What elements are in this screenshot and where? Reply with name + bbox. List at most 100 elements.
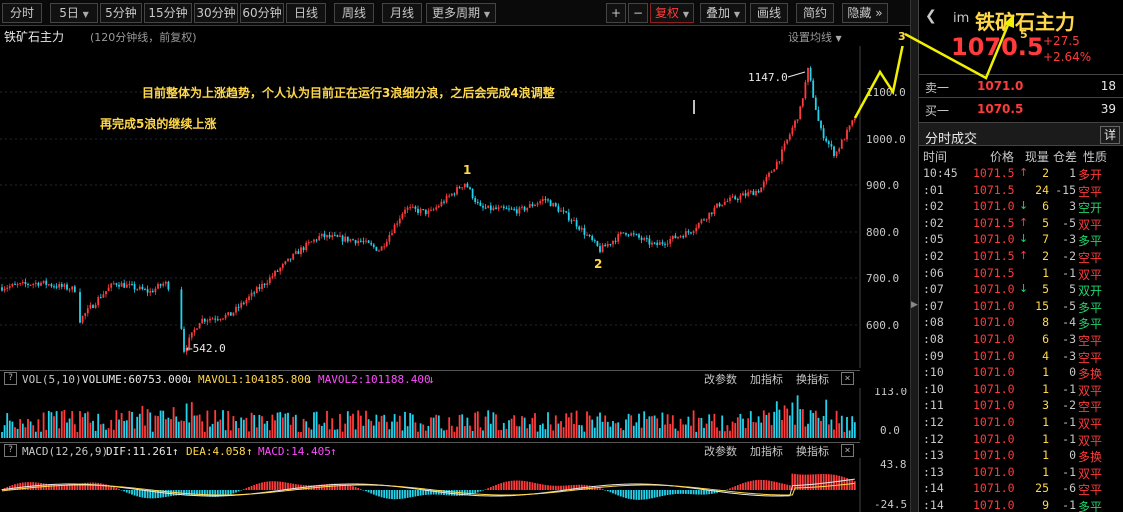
macd-bar xyxy=(840,476,843,490)
help-icon[interactable]: ? xyxy=(4,372,17,385)
zoom-out-button[interactable]: − xyxy=(628,3,648,23)
timesales-row[interactable]: :12 1071.0 1 -1 双平 xyxy=(919,431,1123,448)
timesales-row[interactable]: :02 1071.5 ↑ 5 -5 双平 xyxy=(919,215,1123,232)
detail-button[interactable]: 详 xyxy=(1100,126,1120,144)
order-book-buy1[interactable]: 买一 1070.5 39 xyxy=(919,97,1123,119)
volume-bar xyxy=(146,409,149,438)
overlay-button[interactable]: 叠加 ▼ xyxy=(700,3,746,23)
candle-body xyxy=(570,220,573,222)
candle-body xyxy=(510,208,513,210)
timesales-row[interactable]: :10 1071.0 1 0 多换 xyxy=(919,364,1123,381)
candle-body xyxy=(809,67,812,81)
timesales-row[interactable]: :09 1071.0 4 -3 空平 xyxy=(919,348,1123,365)
volume-bar xyxy=(29,421,32,438)
volume-bar xyxy=(162,410,165,438)
volume-bar xyxy=(770,425,773,438)
tab-monthly[interactable]: 月线 xyxy=(382,3,422,23)
candle-body xyxy=(640,237,643,240)
timesales-row[interactable]: :08 1071.0 6 -3 空平 xyxy=(919,331,1123,348)
timesales-row[interactable]: :07 1071.0 ↓ 5 5 双开 xyxy=(919,281,1123,298)
macd-bar xyxy=(484,489,487,490)
timesales-row[interactable]: :11 1071.0 3 -2 空平 xyxy=(919,397,1123,414)
candle-body xyxy=(378,250,380,252)
timesales-row[interactable]: :14 1071.0 25 -6 空平 xyxy=(919,480,1123,497)
candle-body xyxy=(437,206,440,208)
candle-body xyxy=(24,281,27,284)
volume-bar xyxy=(812,412,815,438)
volume-bar xyxy=(562,427,565,438)
tab-30min[interactable]: 30分钟 xyxy=(194,3,238,23)
kline-chart[interactable]: 1100.0 1000.0 900.0 800.0 700.0 600.0 目前… xyxy=(0,46,910,368)
volume-bar xyxy=(66,422,68,438)
close-icon[interactable]: × xyxy=(841,372,854,385)
timesales-row[interactable]: :12 1071.0 1 -1 双平 xyxy=(919,414,1123,431)
timesales-row[interactable]: :08 1071.0 8 -4 多平 xyxy=(919,314,1123,331)
candle-body xyxy=(339,235,341,237)
help-icon[interactable]: ? xyxy=(4,444,17,457)
volume-bar xyxy=(138,413,141,438)
timesales-row[interactable]: :13 1071.0 1 -1 双平 xyxy=(919,464,1123,481)
close-icon[interactable]: × xyxy=(841,444,854,457)
timesales-row[interactable]: :14 1071.0 9 -1 多平 xyxy=(919,497,1123,512)
hide-button[interactable]: 隐藏 » xyxy=(842,3,888,23)
macd-bar xyxy=(515,480,518,490)
vol-add-indicator-button[interactable]: 加指标 xyxy=(750,372,783,388)
candle-body xyxy=(443,201,445,203)
volume-bar xyxy=(203,431,206,438)
macd-bar xyxy=(248,486,250,490)
order-book-sell1[interactable]: 卖一 1071.0 18 xyxy=(919,74,1123,96)
tab-60min[interactable]: 60分钟 xyxy=(240,3,284,23)
timesales-row[interactable]: :02 1071.0 ↓ 6 3 空开 xyxy=(919,198,1123,215)
candle-body xyxy=(21,281,24,284)
vol-switch-indicator-button[interactable]: 换指标 xyxy=(796,372,829,388)
row-price: 1071.0 xyxy=(973,448,1015,463)
tab-timeshare[interactable]: 分时 xyxy=(2,3,42,23)
tab-daily[interactable]: 日线 xyxy=(286,3,326,23)
candle-body xyxy=(495,207,497,209)
tab-15min[interactable]: 15分钟 xyxy=(144,3,192,23)
candle-body xyxy=(1,287,3,291)
tab-more-periods[interactable]: 更多周期 ▼ xyxy=(426,3,496,23)
volume-bar xyxy=(229,430,232,438)
volume-bar xyxy=(281,417,284,438)
macd-bar xyxy=(380,490,383,498)
timesales-row[interactable]: :01 1071.5 24 -15 空平 xyxy=(919,182,1123,199)
simple-mode-button[interactable]: 简约 xyxy=(796,3,834,23)
macd-chart: 43.8 -24.5 xyxy=(1,458,907,512)
draw-line-button[interactable]: 画线 xyxy=(750,3,788,23)
volume-bar xyxy=(645,419,648,438)
candle-body xyxy=(136,289,139,291)
volume-bar xyxy=(401,430,404,438)
macd-bar xyxy=(349,485,352,490)
volume-bar xyxy=(365,410,367,438)
timesales-row[interactable]: :13 1071.0 1 0 多换 xyxy=(919,447,1123,464)
volume-bar xyxy=(86,411,89,438)
row-price: 1071.0 xyxy=(973,381,1015,396)
adjust-button[interactable]: 复权 ▼ xyxy=(650,3,694,23)
timesales-list[interactable]: 10:45 1071.5 ↑ 2 1 多开:01 1071.5 24 -15 空平:02 1071.… xyxy=(919,165,1123,512)
volume-bar xyxy=(755,422,757,438)
timesales-row[interactable]: :05 1071.0 ↓ 7 -3 多平 xyxy=(919,231,1123,248)
vol-change-params-button[interactable]: 改参数 xyxy=(704,372,737,388)
candle-body xyxy=(435,207,438,210)
candle-body xyxy=(835,151,838,156)
tab-5day[interactable]: 5日 ▼ xyxy=(50,3,98,23)
timesales-row[interactable]: :10 1071.0 1 -1 双平 xyxy=(919,381,1123,398)
chevron-left-icon[interactable]: ❮ xyxy=(925,8,937,24)
volume-bar xyxy=(450,425,453,438)
timesales-row[interactable]: 10:45 1071.5 ↑ 2 1 多开 xyxy=(919,165,1123,182)
timesales-row[interactable]: :02 1071.5 ↑ 2 -2 空平 xyxy=(919,248,1123,265)
macd-bar xyxy=(755,480,757,490)
sell1-label: 卖一 xyxy=(925,81,950,95)
row-oi-change: -1 xyxy=(1062,265,1076,280)
zoom-in-button[interactable]: + xyxy=(606,3,626,23)
volume-bar xyxy=(50,412,53,438)
tab-5min[interactable]: 5分钟 xyxy=(100,3,142,23)
panel-collapse-handle[interactable]: ▶ xyxy=(910,0,918,512)
timesales-row[interactable]: :06 1071.5 1 -1 双平 xyxy=(919,265,1123,282)
volume-bar xyxy=(16,428,19,438)
ma-setting-button[interactable]: 设置均线 ▼ xyxy=(788,29,842,45)
timesales-row[interactable]: :07 1071.0 15 -5 多平 xyxy=(919,298,1123,315)
volume-bar xyxy=(362,425,365,438)
tab-weekly[interactable]: 周线 xyxy=(334,3,374,23)
